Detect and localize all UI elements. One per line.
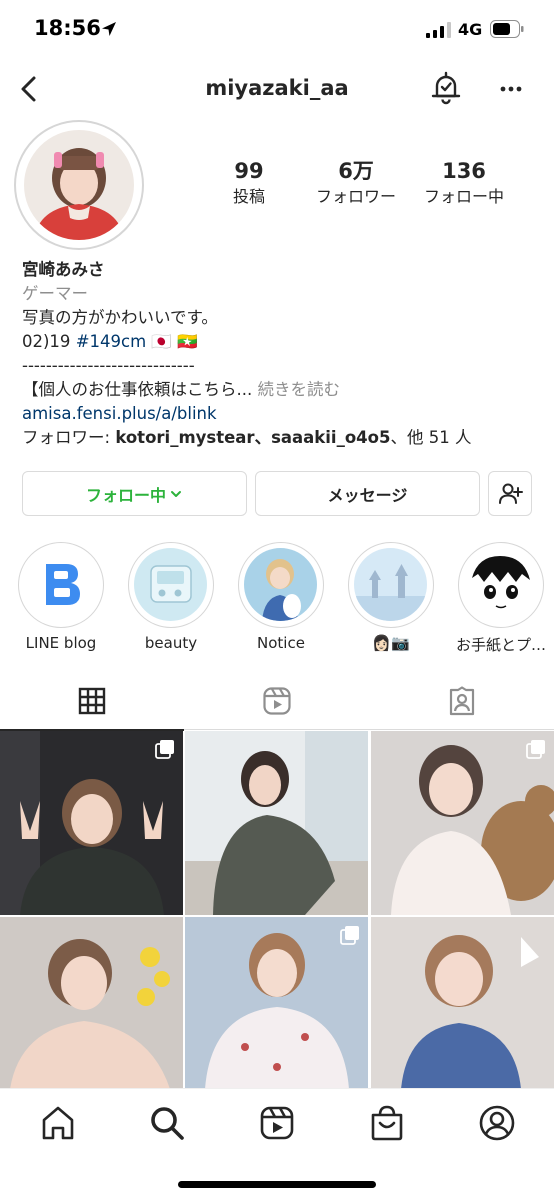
home-indicator [178,1181,376,1188]
highlight-ring [238,542,324,628]
message-button[interactable]: メッセージ [255,471,480,516]
followed-by-suffix: 、他 51 人 [390,428,472,447]
highlight-label: Notice [257,634,305,652]
status-bar: 18:56 4G [0,0,554,58]
tagged-user-icon [449,686,475,716]
status-time: 18:56 [34,16,101,40]
bio-flags: 🇯🇵 🇲🇲 [146,332,198,351]
bio-line-2: 02)19 #149cm 🇯🇵 🇲🇲 [22,330,542,354]
bio-website-link[interactable]: amisa.fensi.plus/a/blink [22,402,542,426]
followed-by-names: kotori_mystear、saaakii_o4o5 [115,428,391,447]
highlight-ring [128,542,214,628]
post-thumbnail[interactable] [371,917,554,1101]
highlight-selfie[interactable]: 👩🏻📷 [346,542,436,652]
highlight-ring [18,542,104,628]
notification-bell-icon[interactable] [428,70,464,106]
following-button[interactable]: フォロー中 [22,471,247,516]
bio-hashtag[interactable]: #149cm [76,332,146,351]
profile-header: miyazaki_aa [0,66,554,112]
add-user-icon [499,483,523,504]
grid-icon [78,687,106,715]
battery-icon [490,20,524,38]
highlight-letters[interactable]: お手紙とプ… [456,542,546,655]
highlight-label: 👩🏻📷 [372,634,410,652]
message-button-label: メッセージ [327,485,408,505]
bio-line-3: 【個人のお仕事依頼はこちら... 続きを読む [22,378,542,402]
followed-by-text[interactable]: フォロワー: kotori_mystear、saaakii_o4o5、他 51 … [22,426,542,450]
highlight-cover [134,548,207,621]
highlight-label: お手紙とプ… [456,636,546,654]
highlight-label: beauty [144,634,198,652]
bio-divider: ----------------------------- [22,356,195,375]
tab-posts-grid[interactable] [0,672,184,731]
network-type: 4G [458,20,483,39]
display-name: 宮崎あみさ [22,260,105,279]
posts-label: 投稿 [232,187,265,206]
highlight-notice[interactable]: Notice [236,542,326,652]
more-horizontal-icon[interactable] [494,72,528,106]
posts-stat: 99 投稿 [205,158,293,208]
post-thumbnail[interactable] [185,731,368,915]
highlight-beauty[interactable]: beauty [126,542,216,652]
search-icon[interactable] [147,1103,187,1143]
post-thumbnail[interactable] [0,731,183,915]
highlight-line-blog[interactable]: LINE blog [16,542,106,652]
multiple-photos-icon [526,740,545,759]
profile-icon[interactable] [477,1103,517,1143]
signal-strength-icon [426,22,451,38]
reels-icon [263,687,291,715]
reels-icon[interactable] [257,1103,297,1143]
post-thumbnail[interactable] [0,917,183,1101]
following-label: フォロー中 [423,187,504,206]
tab-tagged[interactable] [370,672,554,730]
following-stat[interactable]: 136 フォロー中 [414,158,514,208]
bio-age-text: 02)19 [22,332,76,351]
followers-label: フォロワー [315,187,396,206]
avatar-photo [24,130,134,240]
multiple-photos-icon [340,926,359,945]
followed-by-prefix: フォロワー: [22,428,116,447]
followers-stat[interactable]: 6万 フォロワー [306,158,406,208]
highlight-ring [348,542,434,628]
followers-count: 6万 [338,159,374,183]
read-more-link[interactable]: 続きを読む [258,380,341,399]
highlight-cover [244,548,317,621]
highlight-ring [458,542,544,628]
chevron-down-icon [171,490,181,497]
profile-category: ゲーマー [22,284,88,303]
profile-avatar[interactable] [14,120,144,250]
highlight-cover [464,548,537,621]
bio-line-3-text: 【個人のお仕事依頼はこちら... [22,380,253,399]
bio-line-1: 写真の方がかわいいです。 [22,308,218,327]
tab-reels[interactable] [185,672,369,730]
home-icon[interactable] [38,1103,78,1143]
post-thumbnail[interactable] [185,917,368,1101]
following-count: 136 [442,159,486,183]
profile-bio: 宮崎あみさ ゲーマー 写真の方がかわいいです。 02)19 #149cm 🇯🇵 … [22,258,542,450]
highlight-label: LINE blog [25,634,97,652]
suggested-users-button[interactable] [488,471,532,516]
profile-username: miyazaki_aa [205,76,349,100]
shop-icon[interactable] [367,1103,407,1143]
location-arrow-icon [102,22,116,36]
following-button-label: フォロー中 [85,485,166,505]
post-thumbnail[interactable] [371,731,554,915]
multiple-photos-icon [155,740,174,759]
posts-count: 99 [234,159,264,183]
profile-tabs [0,672,554,731]
highlight-cover [354,548,427,621]
line-blog-logo [24,548,97,621]
